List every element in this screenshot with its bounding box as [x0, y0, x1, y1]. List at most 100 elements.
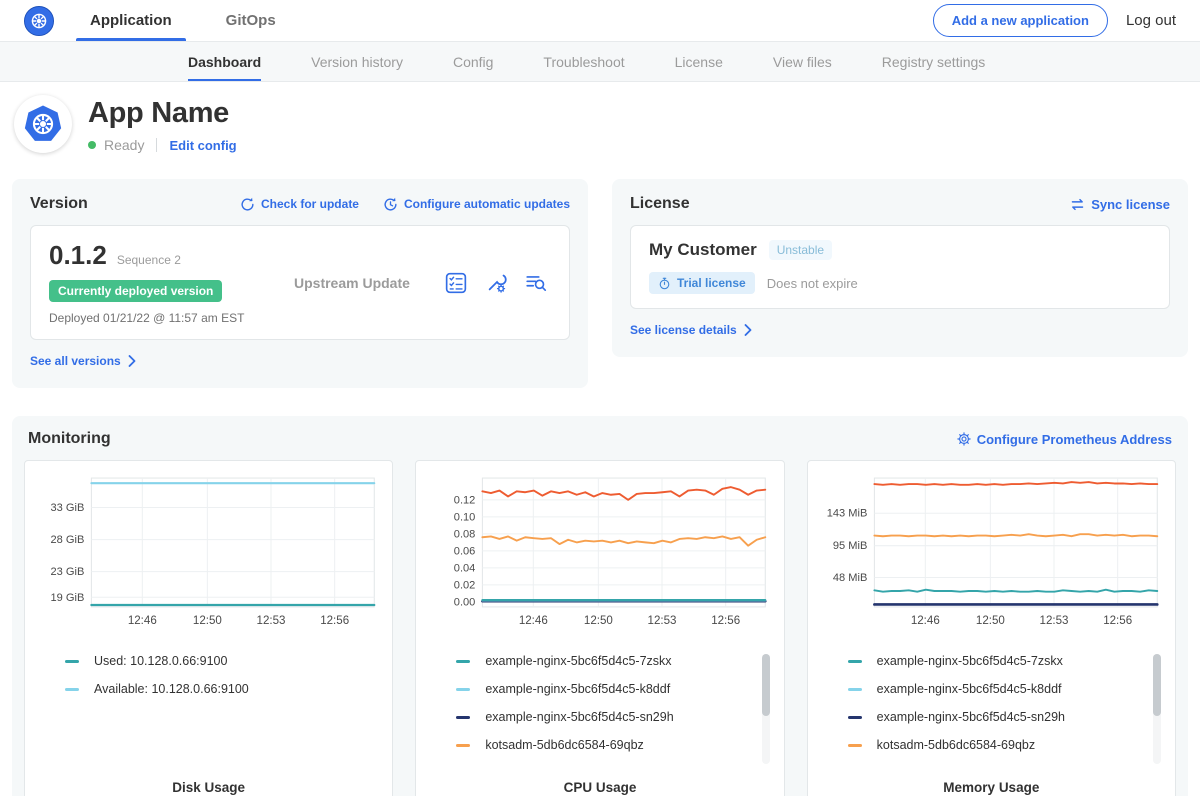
configure-prometheus-link[interactable]: Configure Prometheus Address	[957, 432, 1172, 447]
legend-scrollbar[interactable]	[762, 654, 770, 764]
legend-label: Used: 10.128.0.66:9100	[94, 654, 227, 668]
legend-item: kotsadm-5db6dc6584-69qbz	[848, 738, 1165, 752]
legend-label: Available: 10.128.0.66:9100	[94, 682, 249, 696]
scrollbar-thumb[interactable]	[1153, 654, 1161, 716]
license-card-title: License	[630, 195, 690, 213]
page-root: Application GitOps Add a new application…	[0, 0, 1200, 796]
legend-color-dash	[65, 660, 79, 663]
kubernetes-logo-icon	[24, 6, 54, 36]
legend-label: kotsadm-5db6dc6584-69qbz	[877, 738, 1035, 752]
memory-usage-chart-card: 48 MiB95 MiB143 MiB12:4612:5012:5312:56 …	[807, 460, 1176, 796]
svg-text:0.00: 0.00	[454, 596, 476, 608]
svg-text:23 GiB: 23 GiB	[51, 566, 85, 578]
svg-text:19 GiB: 19 GiB	[51, 592, 85, 604]
subtab-dashboard[interactable]: Dashboard	[188, 42, 261, 81]
see-license-details-link[interactable]: See license details	[630, 323, 752, 337]
update-type-label: Upstream Update	[294, 275, 445, 291]
svg-text:28 GiB: 28 GiB	[51, 534, 85, 546]
config-wrench-icon[interactable]	[485, 272, 507, 294]
svg-text:12:46: 12:46	[128, 615, 157, 627]
check-for-update-label: Check for update	[261, 197, 359, 211]
subtab-config[interactable]: Config	[453, 42, 493, 81]
license-type-badge: Trial license	[649, 272, 755, 294]
svg-text:0.04: 0.04	[454, 562, 476, 574]
configure-automatic-updates-link[interactable]: Configure automatic updates	[383, 197, 570, 212]
legend-color-dash	[456, 688, 470, 691]
svg-text:12:56: 12:56	[712, 615, 741, 627]
subtab-license[interactable]: License	[675, 42, 723, 81]
refresh-icon	[240, 197, 255, 212]
memory-usage-legend: example-nginx-5bc6f5d4c5-7zskx example-ng…	[818, 654, 1165, 772]
configure-prometheus-label: Configure Prometheus Address	[977, 432, 1172, 447]
legend-item: example-nginx-5bc6f5d4c5-sn29h	[456, 710, 773, 724]
sync-license-link[interactable]: Sync license	[1070, 197, 1170, 212]
svg-text:12:46: 12:46	[910, 615, 939, 627]
subtab-view-files[interactable]: View files	[773, 42, 832, 81]
subtab-registry-settings[interactable]: Registry settings	[882, 42, 985, 81]
top-nav-tabs: Application GitOps	[88, 0, 328, 41]
see-license-details-label: See license details	[630, 323, 737, 337]
tab-gitops-label: GitOps	[226, 12, 276, 29]
legend-label: example-nginx-5bc6f5d4c5-k8ddf	[485, 682, 670, 696]
top-nav: Application GitOps Add a new application…	[0, 0, 1200, 42]
monitoring-panel: Monitoring Configure Prometheus Address …	[12, 416, 1188, 796]
memory-usage-plot: 48 MiB95 MiB143 MiB12:4612:5012:5312:56	[818, 471, 1165, 644]
legend-item: kotsadm-5db6dc6584-69qbz	[456, 738, 773, 752]
svg-text:12:56: 12:56	[1103, 615, 1132, 627]
legend-scrollbar[interactable]	[1153, 654, 1161, 764]
legend-item: example-nginx-5bc6f5d4c5-k8ddf	[456, 682, 773, 696]
currently-deployed-badge: Currently deployed version	[49, 280, 222, 302]
chevron-right-icon	[744, 324, 752, 336]
svg-text:33 GiB: 33 GiB	[51, 502, 85, 514]
page-title: App Name	[88, 97, 237, 130]
svg-text:0.10: 0.10	[454, 511, 476, 523]
svg-text:48 MiB: 48 MiB	[833, 572, 867, 584]
monitoring-title: Monitoring	[28, 430, 111, 448]
svg-text:12:53: 12:53	[257, 615, 286, 627]
subtab-troubleshoot[interactable]: Troubleshoot	[543, 42, 624, 81]
svg-text:143 MiB: 143 MiB	[826, 508, 867, 520]
logout-link[interactable]: Log out	[1126, 12, 1176, 29]
svg-text:12:46: 12:46	[519, 615, 548, 627]
legend-color-dash	[848, 744, 862, 747]
sync-icon	[1070, 197, 1085, 212]
view-logs-icon[interactable]	[525, 272, 547, 294]
chart-title: CPU Usage	[426, 780, 773, 795]
disk-usage-chart-card: 19 GiB23 GiB28 GiB33 GiB12:4612:5012:531…	[24, 460, 393, 796]
disk-usage-plot: 19 GiB23 GiB28 GiB33 GiB12:4612:5012:531…	[35, 471, 382, 644]
status-dot	[88, 141, 96, 149]
legend-color-dash	[456, 716, 470, 719]
subtab-version-history[interactable]: Version history	[311, 42, 403, 81]
add-application-button[interactable]: Add a new application	[933, 4, 1108, 37]
clock-update-icon	[383, 197, 398, 212]
svg-text:95 MiB: 95 MiB	[833, 540, 867, 552]
svg-text:0.06: 0.06	[454, 545, 476, 557]
see-all-versions-link[interactable]: See all versions	[30, 354, 136, 368]
chevron-right-icon	[128, 355, 136, 367]
customer-name: My Customer	[649, 240, 757, 260]
app-avatar	[14, 95, 72, 153]
current-version-row: 0.1.2 Sequence 2 Currently deployed vers…	[30, 225, 570, 340]
license-type-label: Trial license	[677, 276, 746, 290]
preflight-checks-icon[interactable]	[445, 272, 467, 294]
legend-color-dash	[848, 716, 862, 719]
tab-gitops[interactable]: GitOps	[224, 0, 278, 41]
scrollbar-thumb[interactable]	[762, 654, 770, 716]
edit-config-link[interactable]: Edit config	[169, 138, 236, 153]
legend-color-dash	[456, 660, 470, 663]
legend-color-dash	[848, 660, 862, 663]
svg-text:12:50: 12:50	[584, 615, 613, 627]
svg-text:12:50: 12:50	[976, 615, 1005, 627]
tab-application[interactable]: Application	[88, 0, 174, 41]
legend-item: example-nginx-5bc6f5d4c5-7zskx	[848, 654, 1165, 668]
version-card-title: Version	[30, 195, 88, 213]
version-card: Version Check for update Configure autom…	[12, 179, 588, 388]
legend-item: Used: 10.128.0.66:9100	[65, 654, 382, 668]
cards-row: Version Check for update Configure autom…	[0, 179, 1200, 388]
gear-icon	[957, 432, 971, 446]
cpu-usage-legend: example-nginx-5bc6f5d4c5-7zskxexample-ng…	[426, 654, 773, 772]
stopwatch-icon	[658, 277, 671, 290]
check-for-update-link[interactable]: Check for update	[240, 197, 359, 212]
legend-label: example-nginx-5bc6f5d4c5-k8ddf	[877, 682, 1062, 696]
legend-color-dash	[65, 688, 79, 691]
